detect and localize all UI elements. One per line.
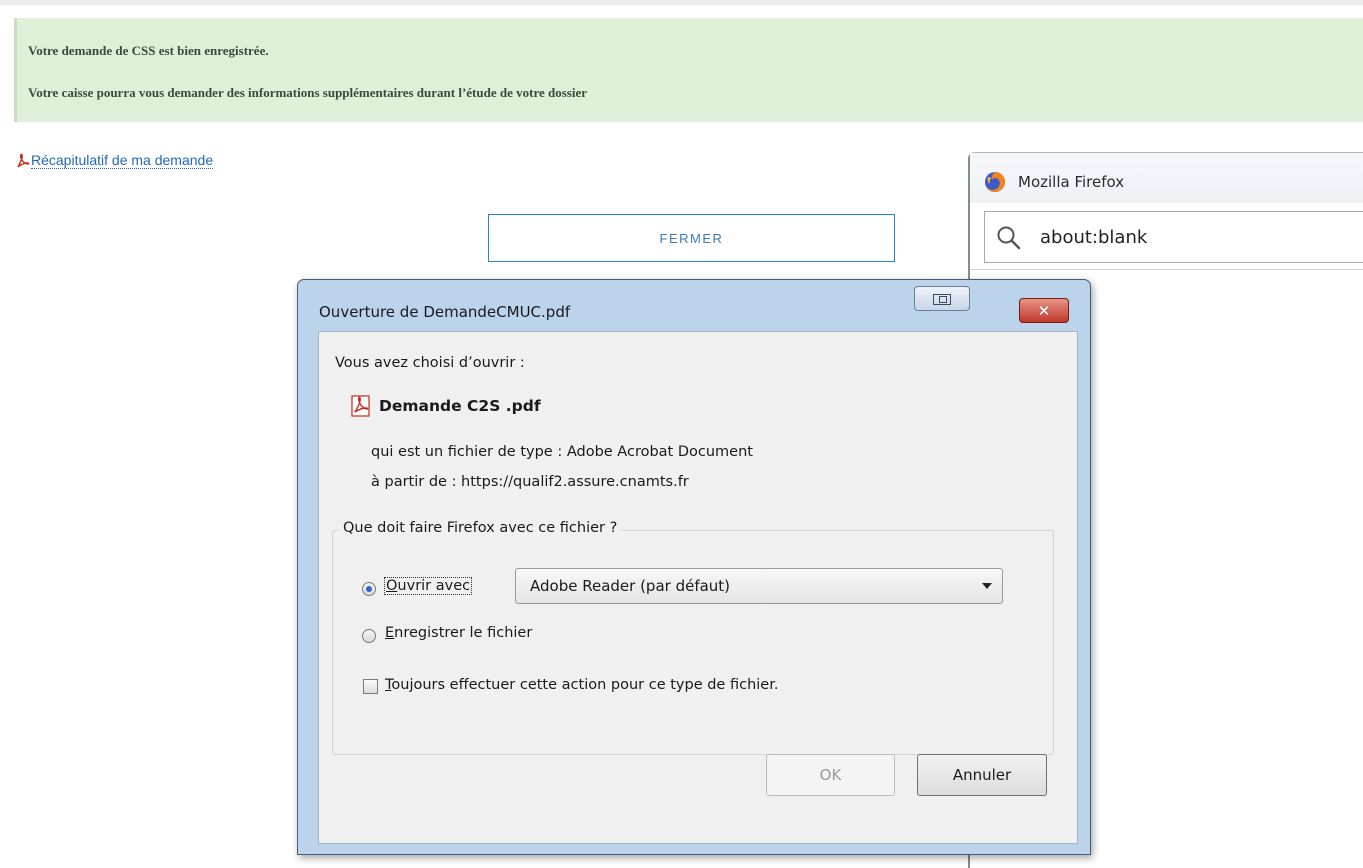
save-file-label-text: nregistrer le fichier xyxy=(394,625,533,641)
save-file-mnemonic: E xyxy=(385,625,395,641)
recap-link[interactable]: Récapitulatif de ma demande xyxy=(31,152,214,169)
dialog-title: Ouverture de DemandeCMUC.pdf xyxy=(319,303,571,321)
open-with-radio[interactable] xyxy=(362,582,376,596)
action-group: Que doit faire Firefox avec ce fichier ? xyxy=(332,520,1054,755)
success-banner: Votre demande de CSS est bien enregistré… xyxy=(14,18,1363,122)
pdf-icon xyxy=(17,153,30,168)
open-with-mnemonic: O xyxy=(386,578,398,594)
open-with-label[interactable]: Ouvrir avec xyxy=(383,577,473,595)
save-file-label[interactable]: Enregistrer le fichier xyxy=(385,625,532,641)
always-checkbox[interactable] xyxy=(363,679,378,694)
recap-link-row[interactable]: Récapitulatif de ma demande xyxy=(16,152,214,169)
firefox-title: Mozilla Firefox xyxy=(1018,173,1125,191)
open-with-app-select[interactable]: Adobe Reader (par défaut) xyxy=(515,568,1003,604)
cancel-button[interactable]: Annuler xyxy=(917,754,1047,796)
open-with-label-text: uvrir avec xyxy=(397,578,471,594)
firefox-titlebar[interactable]: Mozilla Firefox xyxy=(970,153,1363,203)
always-label[interactable]: Toujours effectuer cette action pour ce … xyxy=(385,677,778,693)
file-source-line: à partir de : https://qualif2.assure.cna… xyxy=(371,474,689,490)
open-with-app-value: Adobe Reader (par défaut) xyxy=(530,577,731,595)
restore-icon xyxy=(933,294,951,305)
action-group-legend: Que doit faire Firefox avec ce fichier ? xyxy=(339,520,622,536)
file-name: Demande C2S .pdf xyxy=(379,397,541,415)
firefox-logo-icon xyxy=(985,171,1006,192)
ok-button[interactable]: OK xyxy=(766,754,895,796)
pdf-icon xyxy=(351,395,370,417)
close-button[interactable]: ✕ xyxy=(1019,298,1069,323)
top-edge xyxy=(0,0,1363,5)
chosen-label: Vous avez choisi d’ouvrir : xyxy=(335,355,525,371)
search-icon xyxy=(997,226,1021,250)
url-text: about:blank xyxy=(1040,227,1148,248)
restore-button[interactable] xyxy=(914,286,970,311)
dialog-body: Vous avez choisi d’ouvrir : Demande C2S … xyxy=(318,331,1078,844)
toolbar-divider xyxy=(970,269,1363,270)
banner-line-1: Votre demande de CSS est bien enregistré… xyxy=(28,43,269,58)
file-type-line: qui est un fichier de type : Adobe Acrob… xyxy=(371,444,753,460)
banner-line-2: Votre caisse pourra vous demander des in… xyxy=(28,85,587,100)
close-icon: ✕ xyxy=(1037,301,1051,320)
fermer-button[interactable]: FERMER xyxy=(488,214,895,262)
open-file-dialog: Ouverture de DemandeCMUC.pdf ✕ Vous avez… xyxy=(297,279,1091,855)
file-row: Demande C2S .pdf xyxy=(351,395,541,417)
url-bar[interactable]: about:blank xyxy=(984,211,1363,263)
chevron-down-icon xyxy=(982,583,992,589)
save-file-radio[interactable] xyxy=(362,629,376,643)
always-label-text: oujours effectuer cette action pour ce t… xyxy=(391,677,779,693)
